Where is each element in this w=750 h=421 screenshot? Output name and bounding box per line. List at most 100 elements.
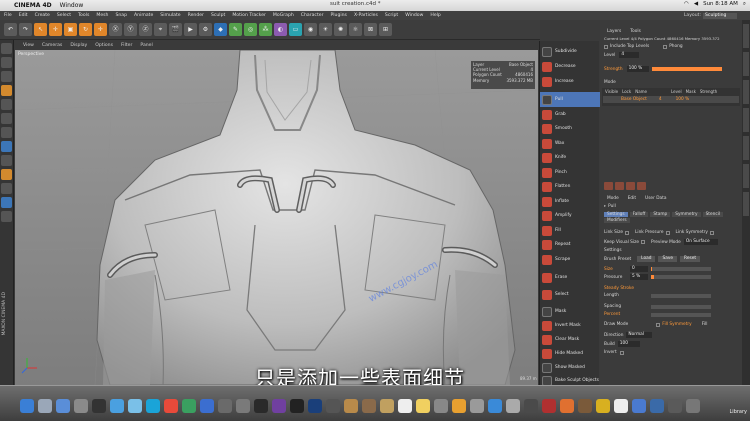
brush-flatten[interactable]: Flatten — [540, 179, 600, 194]
side-tab[interactable] — [743, 108, 749, 132]
side-tab[interactable] — [743, 80, 749, 104]
menu-select[interactable]: Select — [57, 13, 71, 18]
link-pressure-checkbox[interactable] — [665, 230, 670, 235]
subtab-stencil[interactable]: Stencil — [702, 212, 724, 217]
calendar-icon[interactable] — [398, 399, 412, 413]
pressure-field[interactable]: 5 % — [630, 274, 648, 280]
radiation-app-icon[interactable] — [596, 399, 610, 413]
wifi-icon[interactable]: ◠ — [684, 1, 689, 8]
model-mode-icon[interactable] — [1, 57, 12, 68]
viewport-menu-panel[interactable]: Panel — [140, 43, 152, 48]
viewport-menu-filter[interactable]: Filter — [121, 43, 132, 48]
side-tab[interactable] — [743, 164, 749, 188]
axis-mode-icon[interactable] — [1, 141, 12, 152]
clock[interactable]: Sun 8:18 AM — [703, 1, 738, 8]
deformer-icon[interactable]: ◐ — [274, 23, 287, 36]
unity-icon[interactable] — [236, 399, 250, 413]
side-tab[interactable] — [743, 136, 749, 160]
grapher-icon[interactable] — [578, 399, 592, 413]
tab-tools[interactable]: Tools — [627, 29, 644, 34]
notes-icon[interactable] — [416, 399, 430, 413]
menu-plugins[interactable]: Plugins — [330, 13, 346, 18]
brush-knife[interactable]: Knife — [540, 150, 600, 165]
forward-icon[interactable] — [615, 182, 624, 190]
snap-icon[interactable] — [1, 169, 12, 180]
edges-mode-icon[interactable] — [1, 113, 12, 124]
lock-icon[interactable] — [626, 182, 635, 190]
floor-icon[interactable]: ▭ — [289, 23, 302, 36]
tweak-mode-icon[interactable] — [1, 155, 12, 166]
subtab-stamp[interactable]: Stamp — [650, 212, 671, 217]
quicktime-icon[interactable] — [506, 399, 520, 413]
make-editable-icon[interactable] — [1, 43, 12, 54]
size-slider[interactable] — [651, 267, 711, 271]
render-picture-icon[interactable]: ▶ — [184, 23, 197, 36]
viewport-menu-cameras[interactable]: Cameras — [42, 43, 62, 48]
table-row[interactable]: Base Object 4 100 % — [603, 96, 739, 103]
applications-stack-icon[interactable] — [650, 399, 664, 413]
menu-simulate[interactable]: Simulate — [160, 13, 180, 18]
brush-scrape[interactable]: Scrape — [540, 252, 600, 267]
brush-smooth[interactable]: Smooth — [540, 121, 600, 136]
tab-edit[interactable]: Edit — [625, 196, 639, 201]
media-encoder-icon[interactable] — [290, 399, 304, 413]
menu-window[interactable]: Window — [405, 13, 423, 18]
script-editor-icon[interactable] — [344, 399, 358, 413]
subtab-symmetry[interactable]: Symmetry — [672, 212, 701, 217]
x-axis-icon[interactable]: Ⓧ — [109, 23, 122, 36]
mail-icon[interactable] — [488, 399, 502, 413]
menu-motion-tracker[interactable]: Motion Tracker — [232, 13, 266, 18]
menu-create[interactable]: Create — [35, 13, 50, 18]
brush-subdivide[interactable]: Subdivide — [540, 44, 600, 59]
invert-checkbox[interactable] — [619, 350, 624, 355]
brush-invert-mask[interactable]: Invert Mask — [540, 318, 600, 333]
undo-icon[interactable]: ↶ — [4, 23, 17, 36]
brush-pull[interactable]: Pull — [540, 92, 600, 107]
cinema4d-icon[interactable] — [254, 399, 268, 413]
grid-icon[interactable]: ⊞ — [379, 23, 392, 36]
folder-stack-icon[interactable] — [668, 399, 682, 413]
menu-snap[interactable]: Snap — [115, 13, 127, 18]
spacing-slider[interactable] — [651, 304, 711, 309]
include-top-levels-checkbox[interactable] — [604, 44, 608, 49]
ibooks-icon[interactable] — [560, 399, 574, 413]
terminal-icon[interactable] — [524, 399, 538, 413]
menu-character[interactable]: Character — [301, 13, 324, 18]
points-mode-icon[interactable] — [1, 99, 12, 110]
array-icon[interactable]: ⁂ — [259, 23, 272, 36]
xpresso-icon[interactable]: ⚛ — [349, 23, 362, 36]
time-machine-icon[interactable] — [470, 399, 484, 413]
camera-raw-icon[interactable] — [218, 399, 232, 413]
render-view-icon[interactable]: 🎬 — [169, 23, 182, 36]
menu-file[interactable]: File — [4, 13, 12, 18]
camera-icon[interactable]: ◉ — [304, 23, 317, 36]
size-field[interactable]: 0 — [630, 266, 648, 272]
subtab-modifiers[interactable]: Modifiers — [604, 218, 630, 223]
y-axis-icon[interactable]: Ⓨ — [124, 23, 137, 36]
brush-fill[interactable]: Fill — [540, 223, 600, 238]
back-icon[interactable] — [604, 182, 613, 190]
move-icon[interactable]: ✛ — [49, 23, 62, 36]
cube-icon[interactable]: ◆ — [214, 23, 227, 36]
skype-icon[interactable] — [146, 399, 160, 413]
level-field[interactable]: 4 — [619, 52, 640, 58]
screenflow-icon[interactable] — [542, 399, 556, 413]
sculpt-icon[interactable] — [1, 211, 12, 222]
python-icon[interactable]: ✺ — [334, 23, 347, 36]
menu-mograph[interactable]: MoGraph — [273, 13, 294, 18]
compressor-icon[interactable] — [326, 399, 340, 413]
link-size-checkbox[interactable] — [625, 230, 629, 235]
preview-icon[interactable] — [434, 399, 448, 413]
new-attr-icon[interactable] — [637, 182, 646, 190]
system-preferences-icon[interactable] — [74, 399, 88, 413]
textedit-icon[interactable] — [362, 399, 376, 413]
document-icon[interactable] — [614, 399, 628, 413]
scale-icon[interactable]: ▣ — [64, 23, 77, 36]
spline-pen-icon[interactable]: ✎ — [229, 23, 242, 36]
redo-icon[interactable]: ↷ — [19, 23, 32, 36]
chrome-icon[interactable] — [164, 399, 178, 413]
coord-system-icon[interactable]: ⌖ — [154, 23, 167, 36]
keep-visual-checkbox[interactable] — [641, 240, 645, 244]
brush-hide-masked[interactable]: Hide Masked — [540, 346, 600, 361]
window-menu[interactable]: Window — [60, 2, 84, 9]
